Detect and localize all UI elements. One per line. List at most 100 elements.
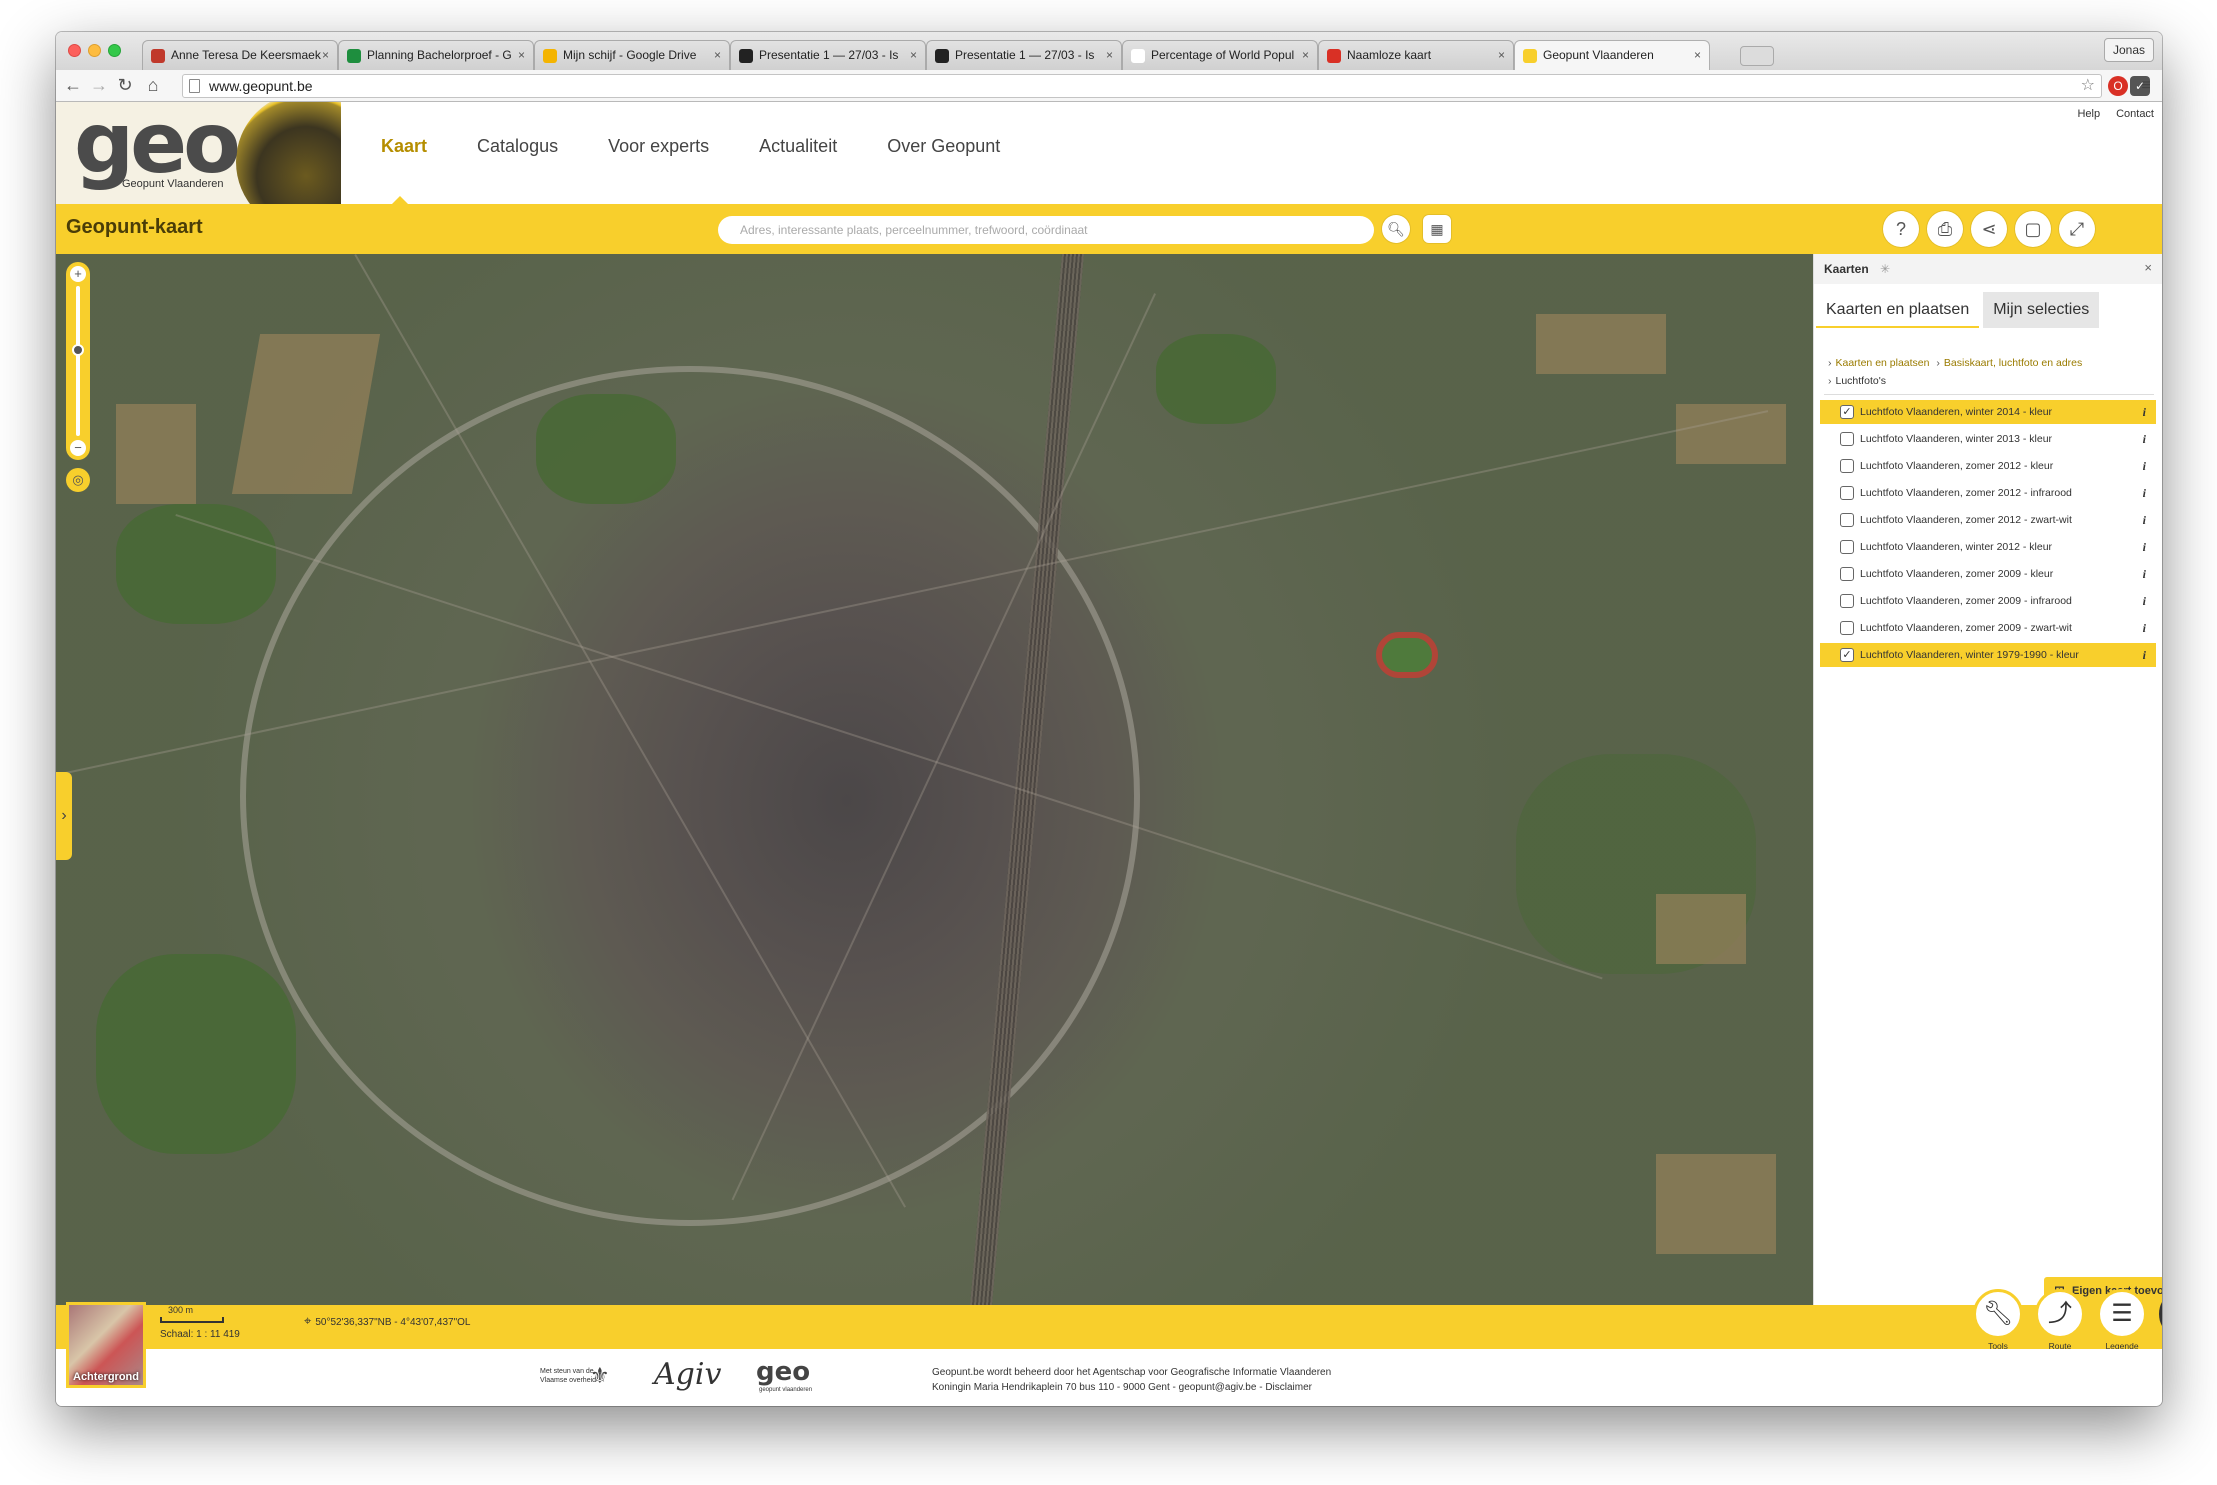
locate-icon[interactable]: ◎ — [66, 468, 90, 492]
breadcrumb-item[interactable]: Kaarten en plaatsen — [1836, 357, 1930, 369]
profile-button[interactable]: Jonas — [2103, 38, 2154, 62]
layer-item[interactable]: Luchtfoto Vlaanderen, zomer 2012 - infra… — [1820, 481, 2156, 505]
share-icon[interactable]: ⋖ — [1971, 211, 2007, 247]
tab-kaarten-en-plaatsen[interactable]: Kaarten en plaatsen — [1816, 292, 1980, 328]
contact-link[interactable]: Contact — [2116, 108, 2154, 120]
browser-tab[interactable]: Anne Teresa De Keersmaek × — [142, 40, 338, 70]
search-input[interactable] — [718, 216, 1374, 244]
info-icon[interactable]: i — [2143, 562, 2146, 586]
tab-mijn-selecties[interactable]: Mijn selecties — [1983, 292, 2100, 328]
calculator-icon[interactable]: ▦ — [1423, 215, 1451, 243]
bookmark-star-icon[interactable]: ☆ — [2081, 75, 2095, 97]
help-icon[interactable]: ? — [1883, 211, 1919, 247]
list-icon[interactable]: ☰ — [2097, 1289, 2147, 1339]
menu-icon[interactable]: ≡ — [2136, 76, 2156, 96]
layer-item[interactable]: Luchtfoto Vlaanderen, winter 2013 - kleu… — [1820, 427, 2156, 451]
layer-checkbox[interactable] — [1840, 432, 1854, 446]
agiv-logo[interactable]: Agiv — [654, 1357, 721, 1392]
browser-tab[interactable]: Presentatie 1 — 27/03 - Is × — [730, 40, 926, 70]
tab-close-icon[interactable]: × — [518, 41, 525, 69]
info-icon[interactable]: i — [2143, 589, 2146, 613]
app-title: Geopunt-kaart — [66, 216, 203, 238]
info-icon[interactable]: i — [2143, 508, 2146, 532]
tab-close-icon[interactable]: × — [1694, 41, 1701, 69]
tab-close-icon[interactable]: × — [322, 41, 329, 69]
expand-left-panel-icon[interactable]: › — [56, 772, 72, 860]
maximize-window-icon[interactable] — [108, 44, 121, 57]
back-icon[interactable]: ← — [62, 74, 84, 96]
layer-checkbox[interactable] — [1840, 513, 1854, 527]
zoom-control[interactable]: + − — [66, 262, 90, 460]
minimize-window-icon[interactable] — [88, 44, 101, 57]
layer-item[interactable]: Luchtfoto Vlaanderen, zomer 2009 - infra… — [1820, 589, 2156, 613]
browser-tab[interactable]: Percentage of World Popul × — [1122, 40, 1318, 70]
tab-close-icon[interactable]: × — [1498, 41, 1505, 69]
layer-checkbox[interactable] — [1840, 594, 1854, 608]
layer-item[interactable]: Luchtfoto Vlaanderen, zomer 2009 - kleur… — [1820, 562, 2156, 586]
info-icon[interactable]: i — [2143, 400, 2146, 424]
address-bar[interactable]: www.geopunt.be ☆ — [182, 74, 2102, 98]
info-icon[interactable]: i — [2143, 616, 2146, 640]
bookmark-icon[interactable]: ▢ — [2015, 211, 2051, 247]
nav-actualiteit[interactable]: Actualiteit — [759, 136, 837, 157]
layer-checkbox[interactable] — [1840, 567, 1854, 581]
coordinates-text: 50°52'36,337"NB - 4°43'07,437"OL — [315, 1317, 471, 1328]
zoom-in-icon[interactable]: + — [70, 266, 86, 282]
home-icon[interactable]: ⌂ — [142, 74, 164, 96]
layer-checkbox[interactable]: ✓ — [1840, 648, 1854, 662]
background-switcher[interactable]: Achtergrond — [66, 1302, 146, 1388]
layer-item[interactable]: ✓ Luchtfoto Vlaanderen, winter 1979-1990 … — [1820, 643, 2156, 667]
forward-icon[interactable]: → — [88, 74, 110, 96]
layer-checkbox[interactable] — [1840, 540, 1854, 554]
layer-item[interactable]: Luchtfoto Vlaanderen, winter 2012 - kleu… — [1820, 535, 2156, 559]
nav-catalogus[interactable]: Catalogus — [477, 136, 558, 157]
layer-checkbox[interactable]: ✓ — [1840, 405, 1854, 419]
nav-over-geopunt[interactable]: Over Geopunt — [887, 136, 1000, 157]
browser-tab[interactable]: Planning Bachelorproef - G × — [338, 40, 534, 70]
fullscreen-icon[interactable]: ⤢ — [2059, 211, 2095, 247]
close-window-icon[interactable] — [68, 44, 81, 57]
wrench-icon[interactable]: 🔧︎ — [1973, 1289, 2023, 1339]
search-icon[interactable]: 🔍︎ — [1382, 215, 1410, 243]
opera-extension-icon[interactable]: O — [2108, 76, 2128, 96]
layer-checkbox[interactable] — [1840, 486, 1854, 500]
layer-checkbox[interactable] — [1840, 621, 1854, 635]
print-icon[interactable]: ⎙ — [1927, 211, 1963, 247]
nav-kaart[interactable]: Kaart — [381, 136, 427, 157]
info-icon[interactable]: i — [2143, 427, 2146, 451]
nav-voor-experts[interactable]: Voor experts — [608, 136, 709, 157]
close-icon[interactable]: × — [2144, 260, 2152, 275]
map-field — [1676, 404, 1786, 464]
geopunt-logo[interactable]: geo Geopunt Vlaanderen — [56, 102, 341, 204]
new-tab-button[interactable] — [1740, 46, 1774, 66]
tab-close-icon[interactable]: × — [1106, 41, 1113, 69]
browser-tab[interactable]: Presentatie 1 — 27/03 - Is × — [926, 40, 1122, 70]
zoom-rail[interactable] — [76, 286, 80, 436]
layer-item[interactable]: ✓ Luchtfoto Vlaanderen, winter 2014 - kle… — [1820, 400, 2156, 424]
browser-tab[interactable]: Geopunt Vlaanderen × — [1514, 40, 1710, 70]
layer-label: Luchtfoto Vlaanderen, zomer 2009 - kleur — [1860, 568, 2054, 580]
footer-text: Geopunt.be wordt beheerd door het Agents… — [932, 1365, 1331, 1395]
footer-line: Geopunt.be wordt beheerd door het Agents… — [932, 1367, 1332, 1378]
layer-item[interactable]: Luchtfoto Vlaanderen, zomer 2009 - zwart… — [1820, 616, 2156, 640]
tab-close-icon[interactable]: × — [1302, 41, 1309, 69]
layer-checkbox[interactable] — [1840, 459, 1854, 473]
info-icon[interactable]: i — [2143, 535, 2146, 559]
help-link[interactable]: Help — [2077, 108, 2100, 120]
zoom-handle[interactable] — [72, 344, 84, 356]
info-icon[interactable]: i — [2143, 643, 2146, 667]
info-icon[interactable]: i — [2143, 481, 2146, 505]
browser-tab[interactable]: Naamloze kaart × — [1318, 40, 1514, 70]
route-icon[interactable]: ⤴ — [2035, 1289, 2085, 1339]
tab-close-icon[interactable]: × — [910, 41, 917, 69]
layer-item[interactable]: Luchtfoto Vlaanderen, zomer 2012 - zwart… — [1820, 508, 2156, 532]
info-icon[interactable]: i — [2143, 454, 2146, 478]
geopunt-footer-logo[interactable]: geo — [756, 1357, 810, 1387]
reload-icon[interactable]: ↻ — [114, 74, 136, 96]
browser-tab[interactable]: Mijn schijf - Google Drive × — [534, 40, 730, 70]
zoom-out-icon[interactable]: − — [70, 440, 86, 456]
layer-item[interactable]: Luchtfoto Vlaanderen, zomer 2012 - kleur… — [1820, 454, 2156, 478]
aerial-map[interactable]: + − ◎ › — [56, 254, 1813, 1305]
tab-close-icon[interactable]: × — [714, 41, 721, 69]
breadcrumb-item[interactable]: Basiskaart, luchtfoto en adres — [1944, 357, 2082, 369]
